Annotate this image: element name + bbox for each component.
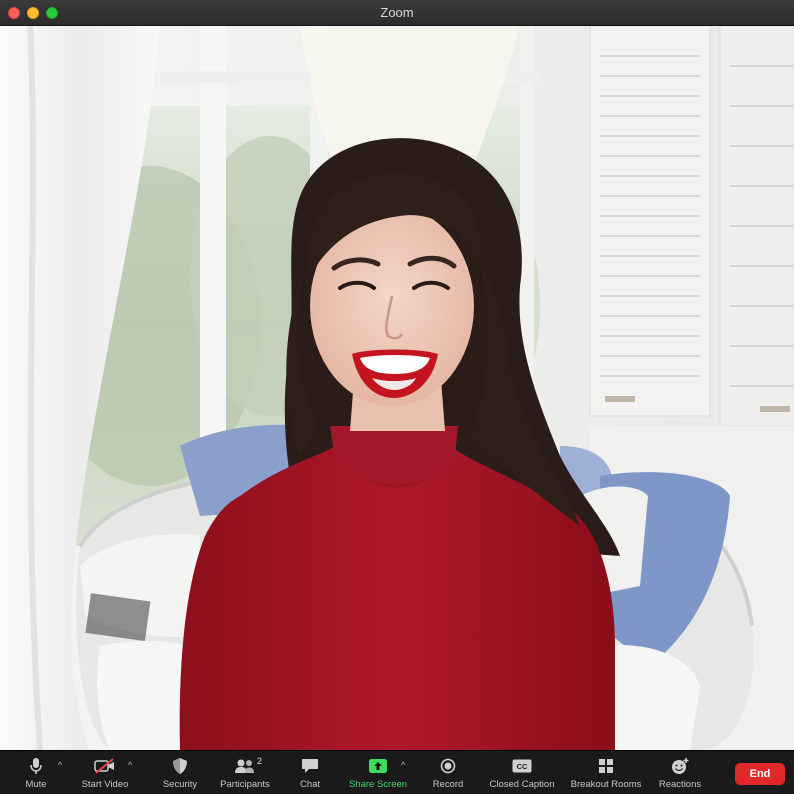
share-screen-button[interactable]: Share Screen — [346, 751, 410, 794]
reactions-label: Reactions — [658, 779, 702, 790]
shield-icon — [168, 756, 192, 776]
share-screen-label: Share Screen — [348, 779, 408, 790]
end-meeting-button[interactable]: End — [735, 763, 785, 785]
zoom-window: Zoom Mute ^ Start Video ^ Security Parti… — [0, 0, 794, 794]
microphone-icon — [24, 756, 48, 776]
breakout-rooms-icon — [594, 756, 618, 776]
participants-button[interactable]: Participants — [216, 751, 274, 794]
participants-label: Participants — [220, 779, 270, 790]
title-bar[interactable]: Zoom — [0, 0, 794, 26]
video-options-caret[interactable]: ^ — [128, 760, 132, 770]
chat-label: Chat — [299, 779, 321, 790]
record-icon — [436, 756, 460, 776]
record-button[interactable]: Record — [428, 751, 468, 794]
security-label: Security — [162, 779, 198, 790]
breakout-rooms-label: Breakout Rooms — [570, 779, 642, 790]
smiley-plus-icon — [668, 756, 692, 776]
meeting-toolbar: Mute ^ Start Video ^ Security Participan… — [0, 750, 794, 794]
share-screen-icon — [366, 756, 390, 776]
share-options-caret[interactable]: ^ — [401, 760, 405, 770]
closed-caption-button[interactable]: CC Closed Caption — [484, 751, 560, 794]
closed-caption-icon: CC — [510, 756, 534, 776]
video-feed[interactable] — [0, 26, 794, 750]
video-off-icon — [93, 756, 117, 776]
closed-caption-icon-text: CC — [517, 762, 528, 771]
participants-count: 2 — [257, 756, 263, 766]
mute-label: Mute — [25, 779, 47, 790]
record-label: Record — [432, 779, 464, 790]
reactions-button[interactable]: Reactions — [654, 751, 706, 794]
breakout-rooms-button[interactable]: Breakout Rooms — [566, 751, 646, 794]
closed-caption-label: Closed Caption — [489, 779, 555, 790]
mute-button[interactable]: Mute — [16, 751, 56, 794]
video-scene — [0, 26, 794, 750]
start-video-label: Start Video — [81, 779, 129, 790]
chat-button[interactable]: Chat — [292, 751, 328, 794]
chat-bubble-icon — [298, 756, 322, 776]
participants-icon — [233, 756, 257, 776]
audio-options-caret[interactable]: ^ — [58, 760, 62, 770]
window-title: Zoom — [380, 5, 414, 20]
start-video-button[interactable]: Start Video — [76, 751, 134, 794]
security-button[interactable]: Security — [158, 751, 202, 794]
